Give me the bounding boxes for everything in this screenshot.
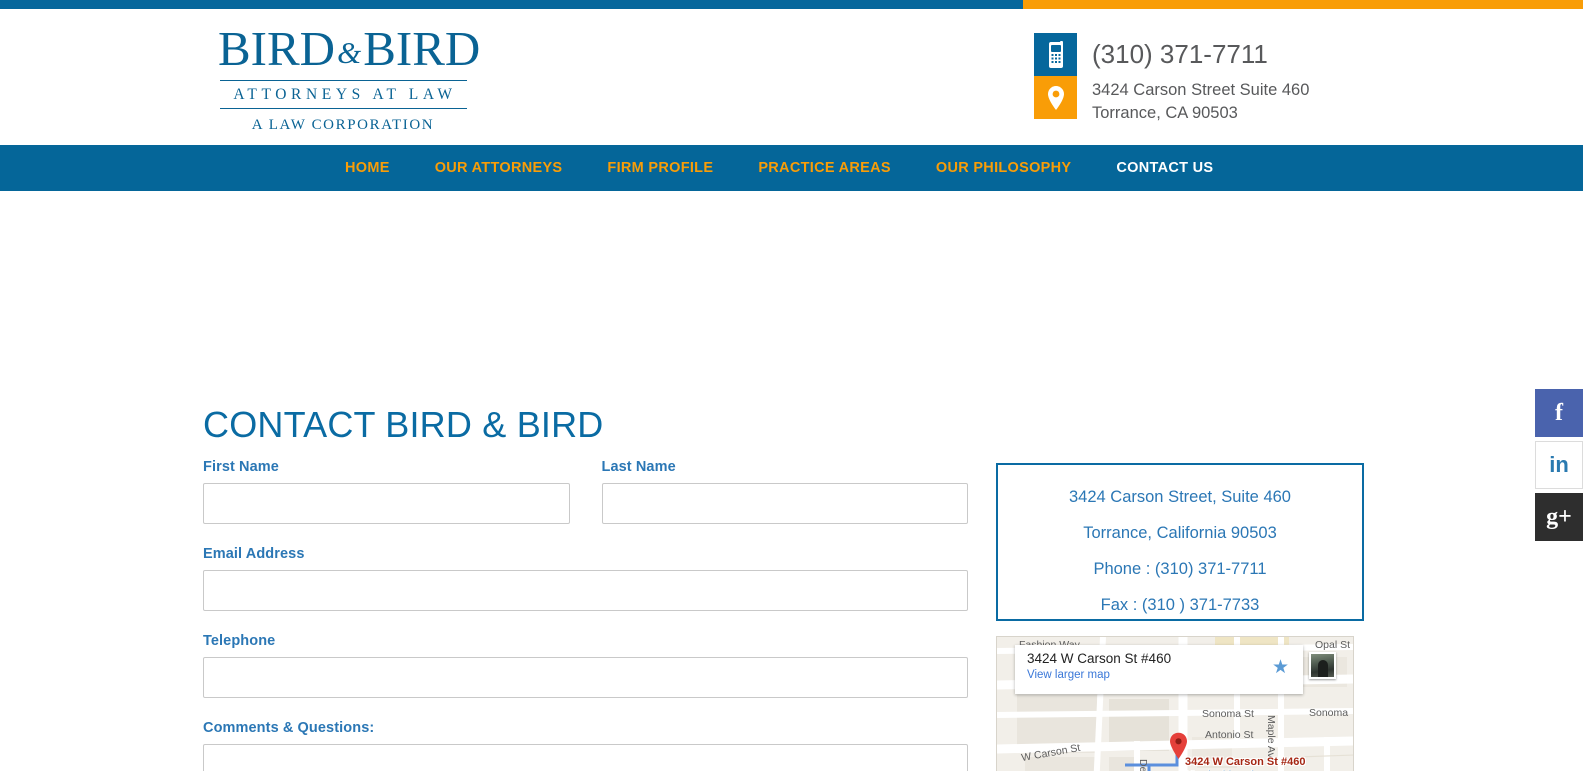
pegman-thumbnail[interactable]	[1309, 652, 1336, 679]
site-header: BIRD&BIRD ATTORNEYS AT LAW A LAW CORPORA…	[0, 9, 1583, 145]
last-name-group: Last Name	[601, 459, 968, 524]
first-name-label: First Name	[203, 459, 279, 475]
map-card-title: 3424 W Carson St #460	[1027, 651, 1172, 666]
map-street-label: Sonoma	[1309, 707, 1349, 719]
first-name-group: First Name	[203, 459, 570, 524]
nav-item-firm-profile[interactable]: FIRM PROFILE	[607, 160, 713, 176]
nav-item-practice-areas[interactable]: PRACTICE AREAS	[758, 160, 891, 176]
info-fax: Fax : (310 ) 371-7733	[1100, 596, 1260, 614]
logo-ampersand: &	[337, 35, 362, 70]
location-pin-icon	[1034, 76, 1077, 119]
info-address-city: Torrance, California 90503	[1083, 524, 1277, 542]
top-bar-orange-segment	[1023, 0, 1583, 9]
header-address-line-1: 3424 Carson Street Suite 460	[1092, 81, 1310, 99]
header-phone-number[interactable]: (310) 371-7711	[1077, 33, 1268, 76]
map-street-label: Del Amo Cir E	[1137, 759, 1149, 771]
telephone-label: Telephone	[203, 633, 276, 649]
email-input[interactable]	[203, 570, 968, 611]
header-address-text: 3424 Carson Street Suite 460 Torrance, C…	[1077, 76, 1309, 125]
page-title: CONTACT BIRD & BIRD	[203, 404, 604, 445]
last-name-label: Last Name	[601, 459, 676, 475]
telephone-input[interactable]	[203, 657, 968, 698]
star-icon[interactable]: ★	[1272, 656, 1289, 679]
header-contact-block: (310) 371-7711 3424 Carson Street Suite …	[1034, 33, 1309, 125]
nav-item-our-attorneys[interactable]: OUR ATTORNEYS	[435, 160, 563, 176]
nav-item-contact-us[interactable]: CONTACT US	[1116, 160, 1213, 176]
top-bar-blue-segment	[0, 0, 1023, 9]
logo-wordmark: BIRD&BIRD	[218, 21, 480, 79]
logo-bird-second: BIRD	[363, 21, 481, 76]
telephone-group: Telephone	[203, 633, 968, 698]
email-group: Email Address	[203, 546, 968, 611]
facebook-icon[interactable]: f	[1535, 389, 1583, 437]
main-navigation: HOME OUR ATTORNEYS FIRM PROFILE PRACTICE…	[0, 145, 1583, 191]
info-address-street: 3424 Carson Street, Suite 460	[1069, 488, 1291, 506]
comments-label: Comments & Questions:	[203, 720, 375, 736]
top-accent-bar	[0, 0, 1583, 9]
comments-textarea[interactable]	[203, 744, 968, 771]
main-content: CONTACT BIRD & BIRD First Name Last Name…	[0, 191, 1583, 771]
site-logo[interactable]: BIRD&BIRD ATTORNEYS AT LAW A LAW CORPORA…	[218, 21, 480, 134]
header-address-line-2: Torrance, CA 90503	[1092, 104, 1238, 122]
nav-item-our-philosophy[interactable]: OUR PHILOSOPHY	[936, 160, 1072, 176]
address-info-box: 3424 Carson Street, Suite 460 Torrance, …	[996, 463, 1364, 621]
header-address-row: 3424 Carson Street Suite 460 Torrance, C…	[1034, 76, 1309, 125]
header-phone-row[interactable]: (310) 371-7711	[1034, 33, 1309, 76]
logo-bird-first: BIRD	[218, 21, 336, 76]
googleplus-icon[interactable]: g+	[1535, 493, 1583, 541]
info-phone: Phone : (310) 371-7711	[1093, 560, 1267, 578]
map-street-label: Antonio St	[1205, 729, 1254, 741]
map-pin-label: 3424 W Carson St #460	[1185, 756, 1306, 768]
first-name-input[interactable]	[203, 483, 570, 524]
comments-group: Comments & Questions:	[203, 720, 968, 771]
pegman-silhouette	[1317, 660, 1328, 677]
logo-tagline-attorneys: ATTORNEYS AT LAW	[233, 86, 457, 103]
view-larger-map-link[interactable]: View larger map	[1027, 666, 1293, 681]
last-name-input[interactable]	[601, 483, 968, 524]
social-links-rail: f in g+	[1535, 389, 1583, 545]
map-street-label: Sonoma St	[1202, 708, 1254, 720]
linkedin-icon[interactable]: in	[1535, 441, 1583, 489]
email-label: Email Address	[203, 546, 305, 562]
map-street-label: Opal St	[1315, 639, 1351, 651]
logo-tagline-corporation: A LAW CORPORATION	[251, 117, 435, 133]
contact-form: First Name Last Name Email Address Telep…	[203, 459, 968, 771]
map-info-card: 3424 W Carson St #460 View larger map ★	[1015, 645, 1303, 694]
name-fields-row: First Name Last Name	[203, 459, 968, 524]
google-map-embed[interactable]: Fashion Way Opal St Sonoma St Sonoma Ant…	[996, 636, 1354, 771]
mobile-phone-icon	[1034, 33, 1077, 76]
nav-item-home[interactable]: HOME	[345, 160, 390, 176]
